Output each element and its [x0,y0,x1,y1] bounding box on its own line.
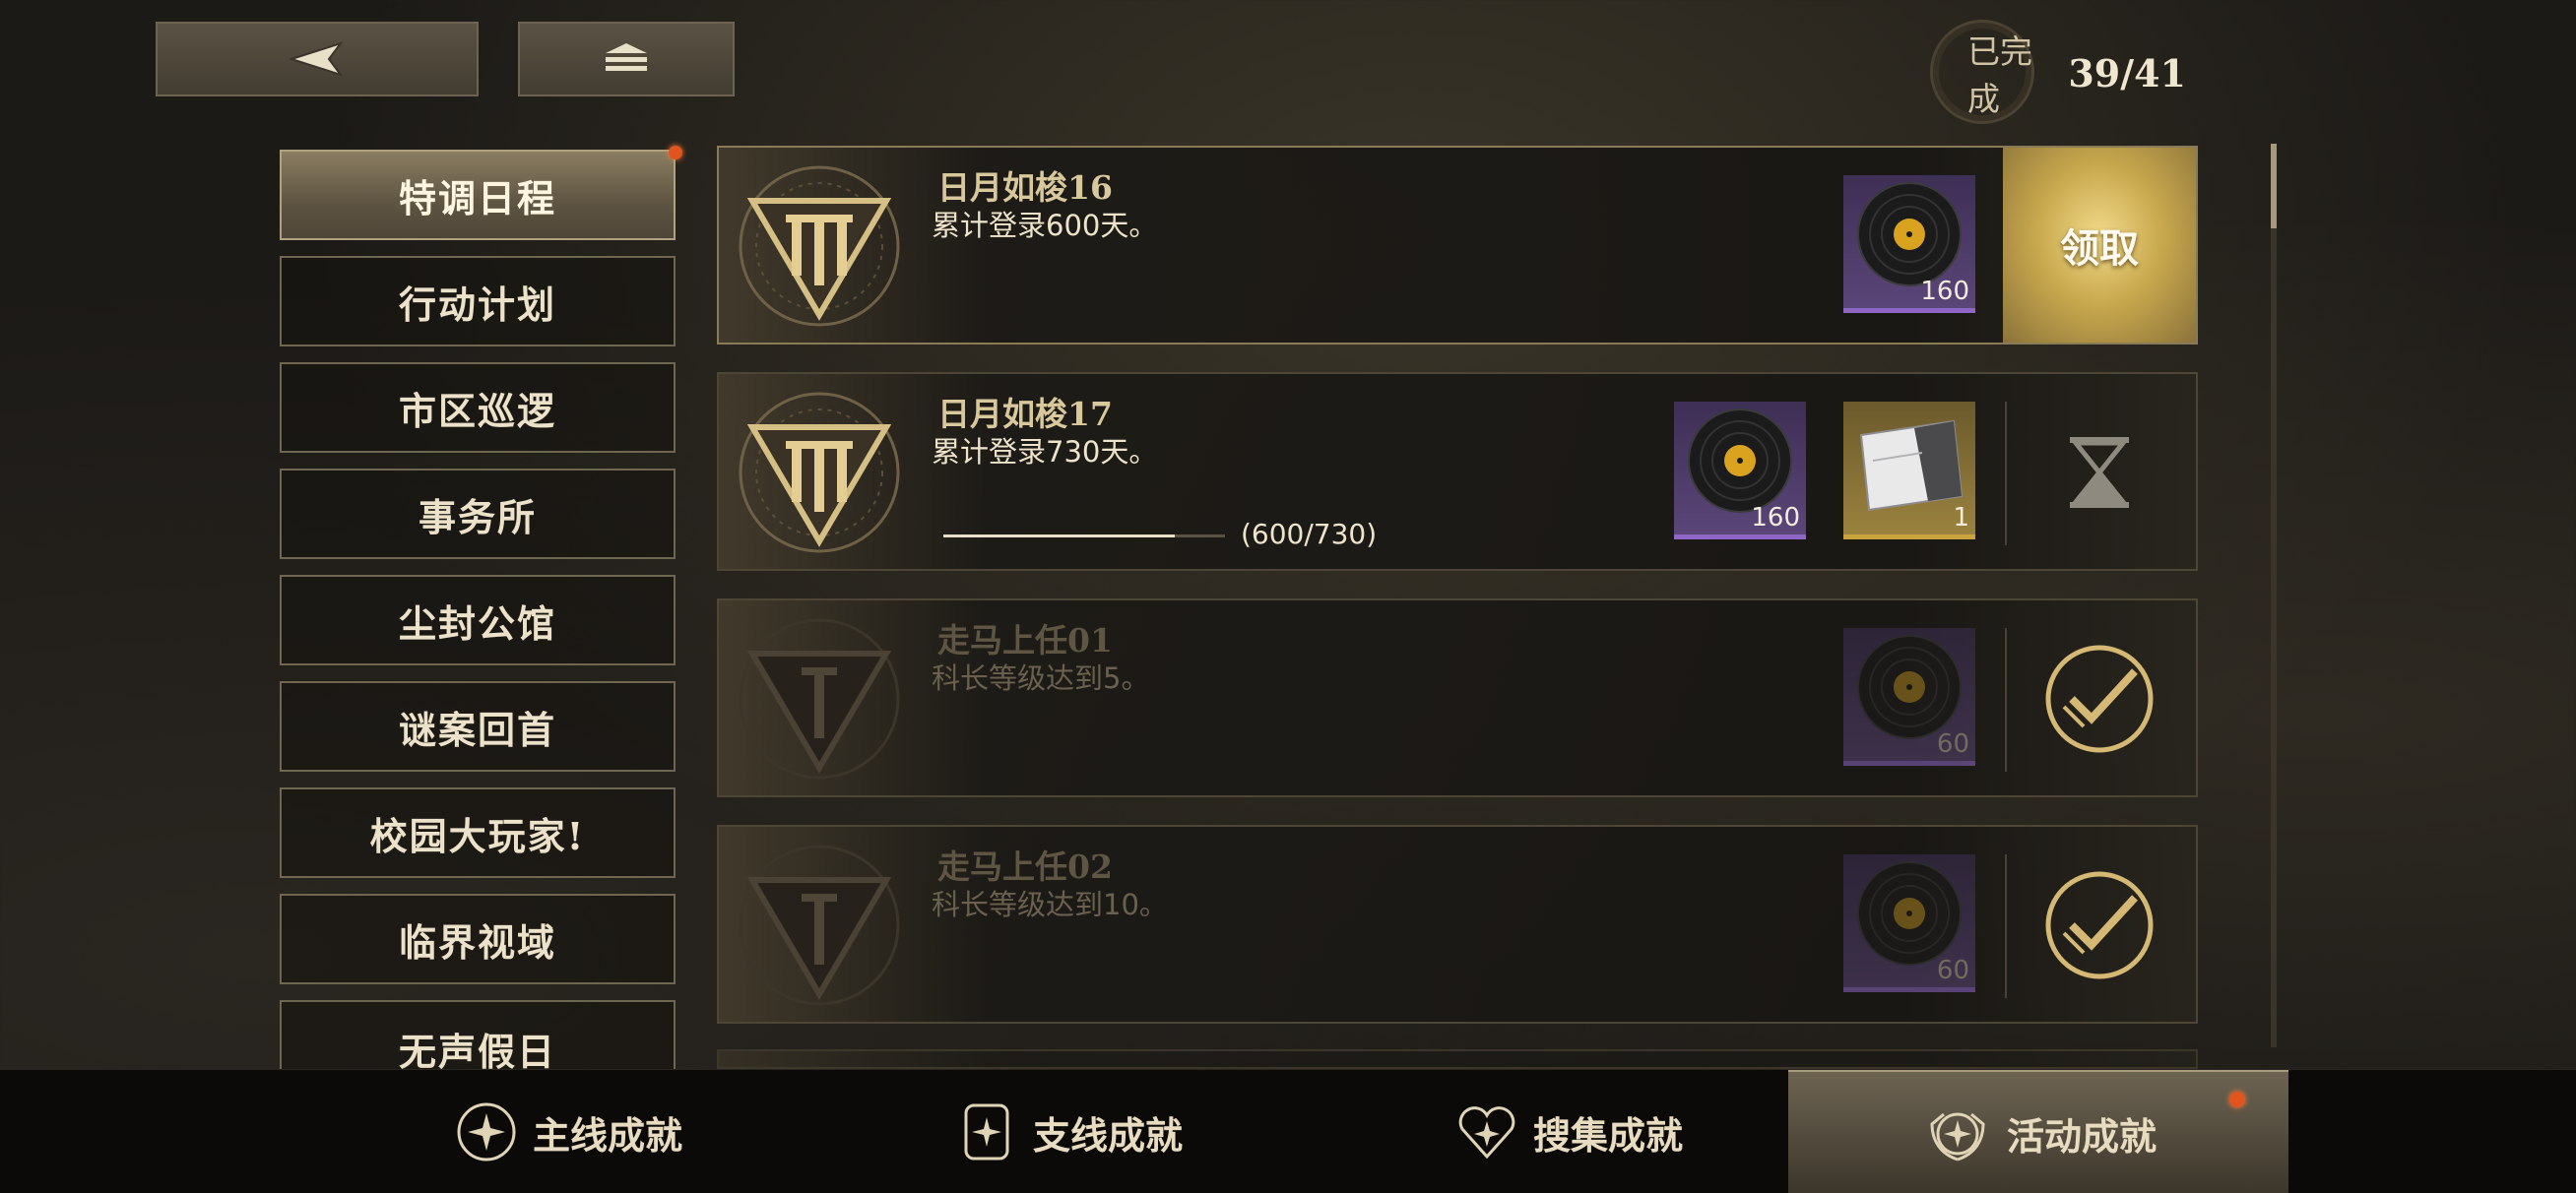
notification-dot [669,146,682,159]
achievement-title: 走马上任02 [937,848,1113,886]
achievement-title: 日月如梭16 [937,168,1113,207]
achievement-row: 走马上任02 科长等级达到10。 60 [717,825,2198,1024]
back-button[interactable] [156,22,479,96]
sidebar-item-city-patrol[interactable]: 市区巡逻 [280,362,676,453]
achievement-desc: 科长等级达到5。 [932,661,1150,695]
tab-event-achievements[interactable]: 活动成就 [1788,1070,2288,1193]
achievement-desc: 累计登录730天。 [932,435,1158,469]
checkmark-circle-icon [2045,871,2154,979]
claim-button-label: 领取 [2060,225,2139,272]
sidebar-item-case-review[interactable]: 谜案回首 [280,681,676,772]
sidebar-item-campus-player[interactable]: 校园大玩家! [280,787,676,878]
achievement-row: 日月如梭16 累计登录600天。 160 领取 [717,146,2198,345]
tab-main-achievements[interactable]: 主线成就 [317,1070,817,1193]
reward-quantity: 60 [1936,956,1969,985]
sidebar-item-silent-holiday[interactable]: 无声假日 [280,1000,676,1074]
sidebar-item-action-plan[interactable]: 行动计划 [280,256,676,346]
scrollbar-thumb[interactable] [2271,144,2277,228]
reward-vinyl-record[interactable]: 60 [1843,854,1975,992]
sidebar-item-label: 谜案回首 [398,707,556,752]
side-achievement-icon [964,1103,1009,1161]
reward-quantity: 160 [1920,277,1969,306]
reward-quantity: 1 [1953,503,1969,533]
progress-bar [943,534,1225,537]
reward-vinyl-record[interactable]: 60 [1843,628,1975,766]
row-divider [2005,854,2007,998]
tab-label: 主线成就 [532,1112,682,1158]
reward-quantity: 160 [1751,503,1800,533]
collection-achievement-icon [1458,1106,1515,1160]
achievement-desc: 科长等级达到10。 [932,888,1168,921]
reward-vinyl-record[interactable]: 160 [1843,175,1975,313]
sidebar-item-label: 临界视域 [398,919,556,965]
main-achievement-icon [457,1102,516,1162]
claim-button[interactable]: 领取 [2003,148,2196,343]
sidebar-item-dusty-mansion[interactable]: 尘封公馆 [280,575,676,665]
notification-dot [2229,1092,2245,1107]
home-button[interactable] [518,22,735,96]
tab-side-achievements[interactable]: 支线成就 [817,1070,1318,1193]
sidebar-item-label: 行动计划 [398,282,556,327]
bottom-nav: 主线成就 支线成就 搜集成就 活动成就 [0,1069,2576,1193]
sidebar-item-label: 无声假日 [398,1030,556,1074]
tab-label: 活动成就 [2006,1113,2157,1159]
sidebar-item-critical-view[interactable]: 临界视域 [280,894,676,984]
back-arrow-icon [288,41,344,77]
achievement-row: 走马上任01 科长等级达到5。 60 [717,598,2198,797]
tab-collection-achievements[interactable]: 搜集成就 [1318,1070,1818,1193]
completion-label: 已完成 [1967,32,2032,118]
achievement-row: 日月如梭17 累计登录730天。 (600/730) 160 1 [717,372,2198,571]
reward-vinyl-record[interactable]: 160 [1674,402,1806,539]
reward-quantity: 60 [1936,729,1969,759]
sidebar-item-label: 尘封公馆 [398,600,556,646]
achievement-title: 走马上任01 [937,621,1113,659]
reward-ticket-card[interactable]: 1 [1843,402,1975,539]
sidebar-item-office[interactable]: 事务所 [280,469,676,559]
completion-counter: 已完成 39/41 [1930,20,2186,126]
progress-fill [943,534,1176,537]
tab-label: 支线成就 [1032,1112,1183,1158]
achievement-title: 日月如梭17 [937,395,1113,433]
row-divider [2005,628,2007,772]
achievement-desc: 累计登录600天。 [932,209,1158,242]
rank-iii-emblem-icon [739,165,900,327]
row-divider [2005,402,2007,545]
completion-count: 39/41 [2068,50,2186,95]
hourglass-icon [2070,437,2129,508]
sidebar-item-label: 事务所 [418,494,537,539]
tab-label: 搜集成就 [1532,1112,1683,1158]
list-scrollbar[interactable] [2271,144,2277,1047]
progress-text: (600/730) [1241,518,1378,550]
event-achievement-icon [1930,1112,1985,1162]
achievement-row [717,1049,2198,1069]
rank-i-emblem-icon [739,618,900,780]
rank-i-emblem-icon [739,845,900,1006]
sidebar-item-label: 特调日程 [398,175,556,220]
sidebar-item-special-schedule[interactable]: 特调日程 [280,150,676,240]
sidebar-item-label: 市区巡逻 [398,388,556,433]
checkmark-circle-icon [2045,645,2154,753]
rank-iii-emblem-icon [739,392,900,553]
home-stack-icon [606,43,647,71]
sidebar-item-label: 校园大玩家! [369,813,586,858]
